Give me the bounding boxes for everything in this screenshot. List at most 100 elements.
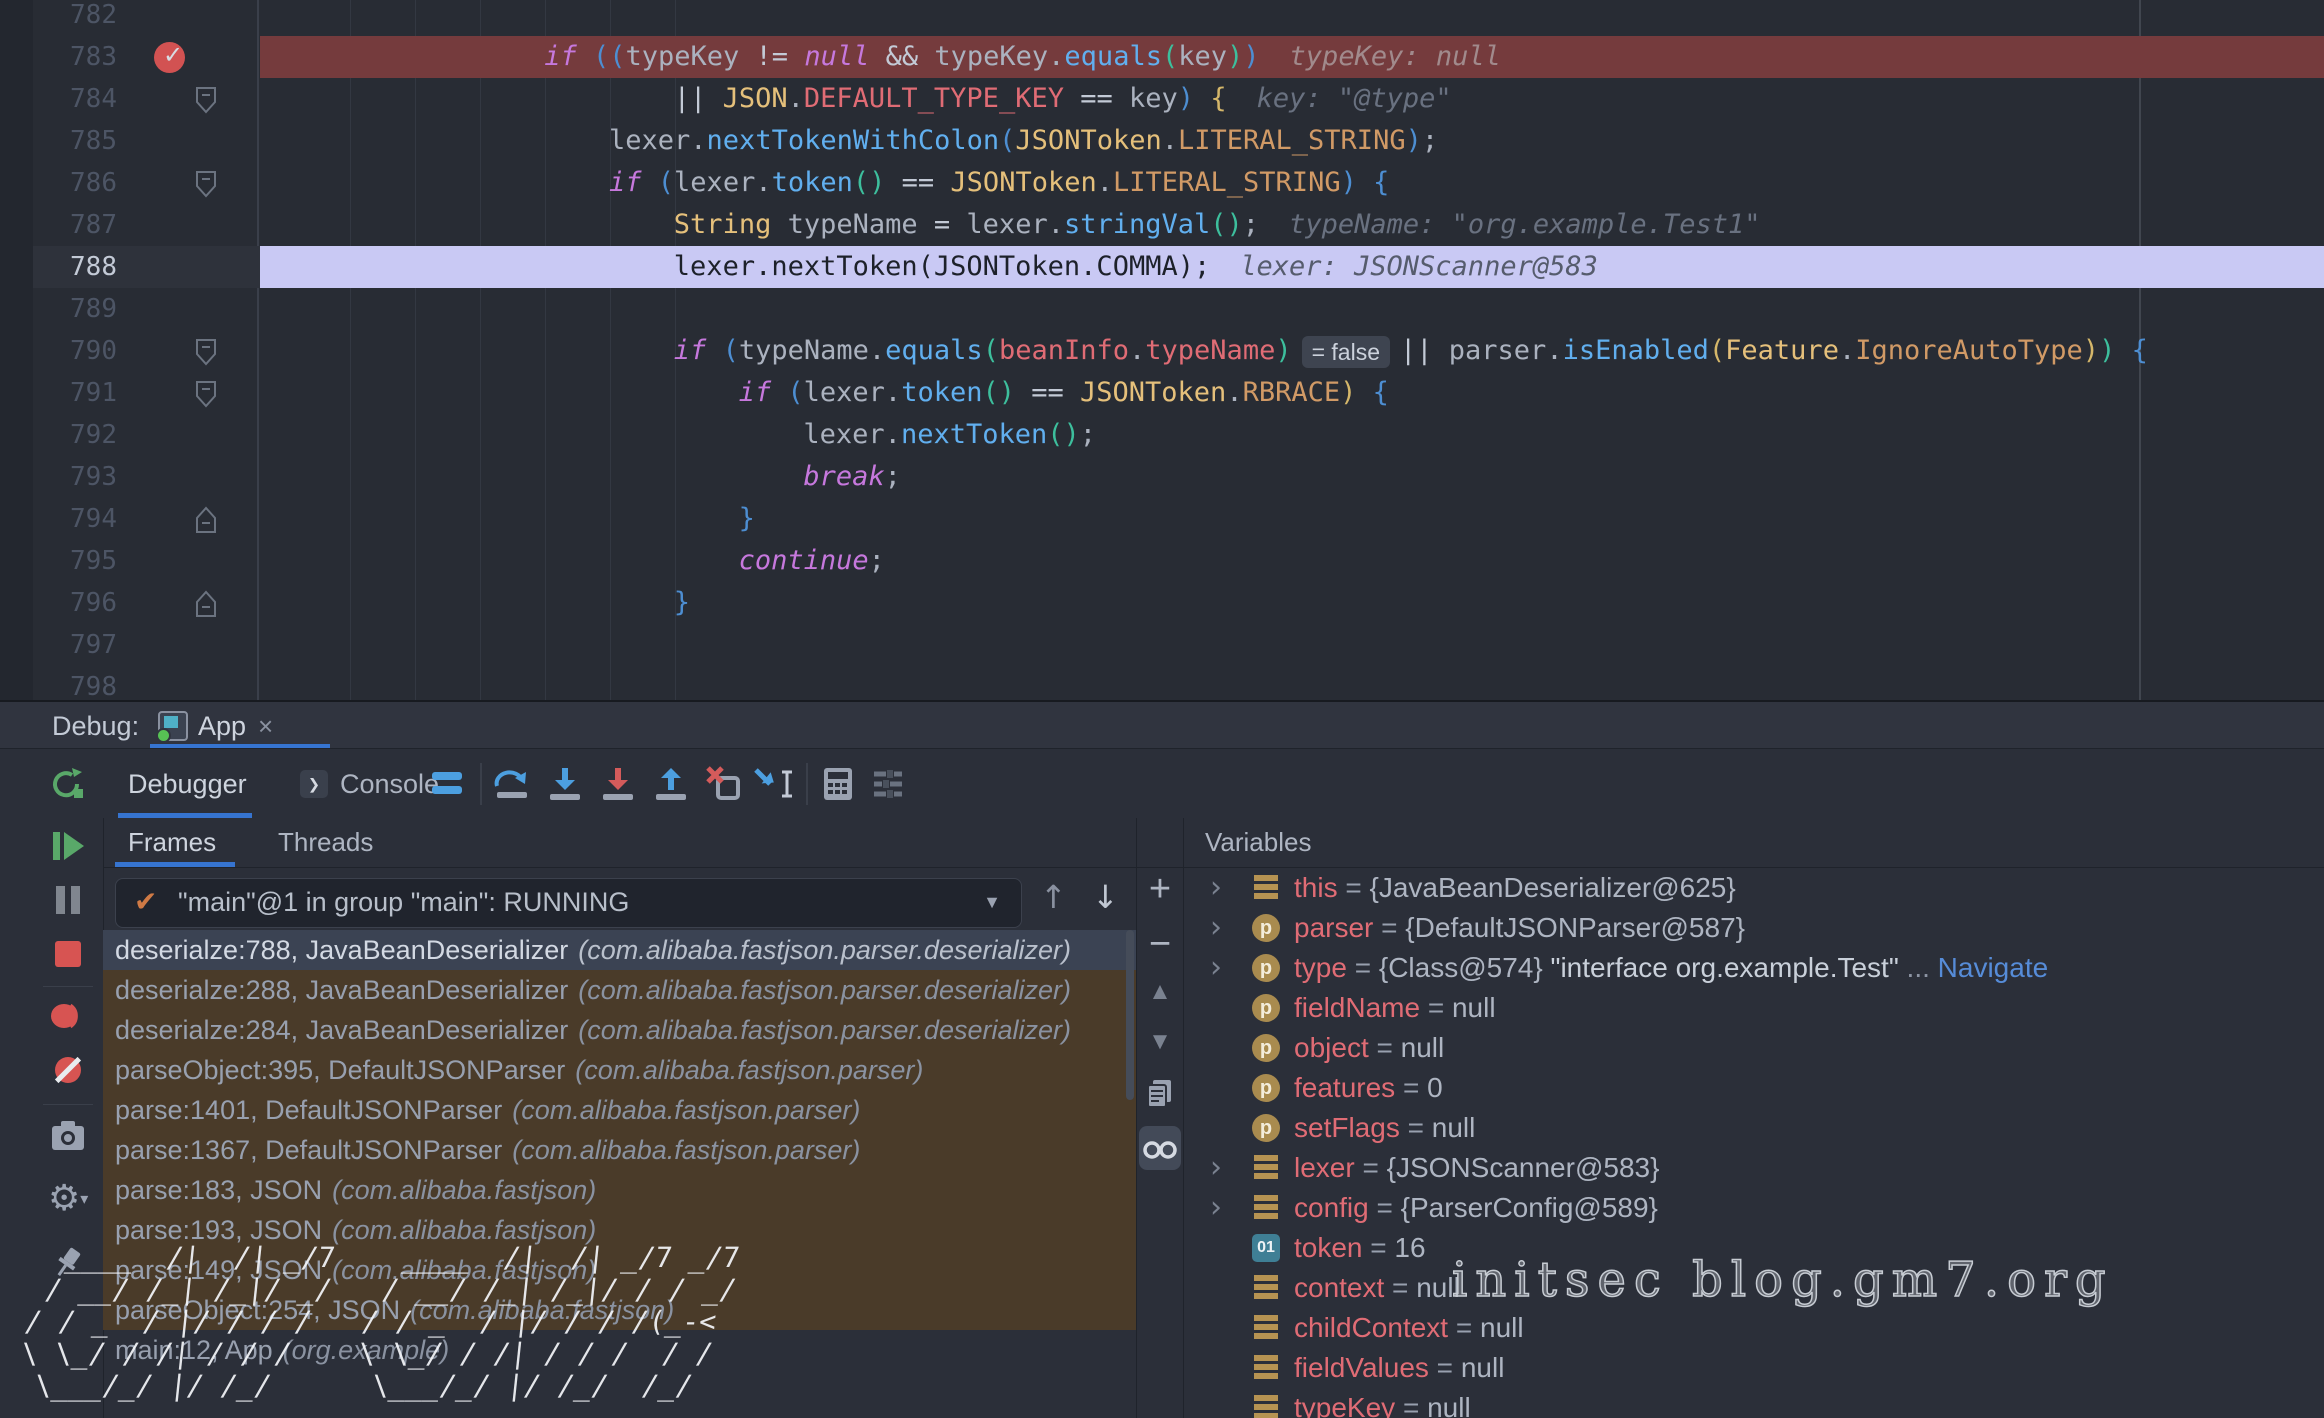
code-line-795[interactable]: 795continue; xyxy=(33,540,2324,582)
tab-frames[interactable]: Frames xyxy=(128,818,216,866)
stack-frame-row[interactable]: main:12, App(org.example) xyxy=(103,1330,1136,1370)
stack-frame-row[interactable]: parse:193, JSON(com.alibaba.fastjson) xyxy=(103,1210,1136,1250)
rerun-icon[interactable] xyxy=(48,765,86,803)
variable-row-setFlags[interactable]: psetFlagssetFlags = null xyxy=(1182,1108,2324,1148)
move-down-button[interactable]: ▼ xyxy=(1141,1028,1179,1066)
show-execution-point-icon[interactable] xyxy=(428,764,468,804)
close-icon[interactable]: × xyxy=(258,711,273,742)
parameter-icon: p xyxy=(1252,1114,1280,1142)
frames-scrollbar[interactable] xyxy=(1126,930,1134,1100)
variable-row-fieldValues[interactable]: fieldValuesfieldValues = null xyxy=(1182,1348,2324,1388)
variable-row-token[interactable]: 01tokentoken = 16 xyxy=(1182,1228,2324,1268)
code-text: if (lexer.token() == JSONToken.LITERAL_S… xyxy=(285,162,1389,204)
resume-icon[interactable] xyxy=(48,826,88,866)
evaluate-expression-icon[interactable] xyxy=(818,764,858,804)
frames-tab-underline xyxy=(115,862,235,867)
code-text: if ((typeKey != null && typeKey.equals(k… xyxy=(285,36,1501,78)
variable-row-typeKey[interactable]: typeKeytypeKey = null xyxy=(1182,1388,2324,1418)
variables-panel-title: Variables xyxy=(1205,818,1311,866)
expand-chevron-icon[interactable]: › xyxy=(1210,1188,1222,1228)
step-out-icon[interactable] xyxy=(651,764,691,804)
expand-chevron-icon[interactable]: › xyxy=(1210,948,1222,988)
stack-frame-row[interactable]: deserialze:284, JavaBeanDeserializer(com… xyxy=(103,1010,1136,1050)
pin-icon[interactable] xyxy=(48,1242,88,1282)
code-line-784[interactable]: 784|| JSON.DEFAULT_TYPE_KEY == key) {key… xyxy=(33,78,2324,120)
field-icon xyxy=(1252,1354,1280,1382)
step-into-icon[interactable] xyxy=(545,764,585,804)
thread-dump-camera-icon[interactable] xyxy=(48,1116,88,1156)
code-line-789[interactable]: 789 xyxy=(33,288,2324,330)
run-to-cursor-icon[interactable] xyxy=(752,764,792,804)
tab-console[interactable]: ❯ Console xyxy=(300,749,439,819)
variable-row-parser[interactable]: ›pparserparser = {DefaultJSONParser@587} xyxy=(1182,908,2324,948)
drop-frame-icon[interactable] xyxy=(704,764,744,804)
code-line-785[interactable]: 785lexer.nextTokenWithColon(JSONToken.LI… xyxy=(33,120,2324,162)
next-frame-button[interactable]: ↓ xyxy=(1092,878,1119,916)
debug-label: Debug: xyxy=(52,702,139,750)
variable-row-childContext[interactable]: childContextchildContext = null xyxy=(1182,1308,2324,1348)
mute-breakpoints-icon[interactable] xyxy=(48,1050,88,1090)
variable-row-type[interactable]: ›ptypetype = {Class@574} "interface org.… xyxy=(1182,948,2324,988)
add-watch-button[interactable]: + xyxy=(1141,868,1179,906)
code-line-788[interactable]: 788lexer.nextToken(JSONToken.COMMA);lexe… xyxy=(33,246,2324,288)
expand-chevron-icon[interactable]: › xyxy=(1210,908,1222,948)
tab-debugger[interactable]: Debugger xyxy=(128,749,247,819)
code-line-792[interactable]: 792lexer.nextToken(); xyxy=(33,414,2324,456)
remove-watch-button[interactable]: − xyxy=(1141,923,1179,961)
fold-marker-collapse-icon[interactable] xyxy=(195,338,217,366)
pause-icon[interactable] xyxy=(48,880,88,920)
variable-row-context[interactable]: contextcontext = null xyxy=(1182,1268,2324,1308)
code-line-790[interactable]: 790if (typeName.equals(beanInfo.typeName… xyxy=(33,330,2324,372)
fold-marker-collapse-icon[interactable] xyxy=(195,86,217,114)
code-line-783[interactable]: 783✓if ((typeKey != null && typeKey.equa… xyxy=(33,36,2324,78)
code-editor[interactable]: 782783✓if ((typeKey != null && typeKey.e… xyxy=(33,0,2324,700)
fold-marker-end-icon[interactable] xyxy=(195,506,217,534)
previous-frame-button[interactable]: ↑ xyxy=(1040,878,1067,916)
variable-row-this[interactable]: ›thisthis = {JavaBeanDeserializer@625} xyxy=(1182,868,2324,908)
code-line-793[interactable]: 793break; xyxy=(33,456,2324,498)
variable-row-config[interactable]: ›configconfig = {ParserConfig@589} xyxy=(1182,1188,2324,1228)
view-breakpoints-icon[interactable] xyxy=(48,996,88,1036)
show-watches-toggle[interactable] xyxy=(1139,1126,1181,1170)
variable-row-features[interactable]: pfeaturesfeatures = 0 xyxy=(1182,1068,2324,1108)
stack-frame-row[interactable]: deserialze:788, JavaBeanDeserializer(com… xyxy=(103,930,1136,970)
step-over-icon[interactable] xyxy=(492,764,532,804)
code-line-797[interactable]: 797 xyxy=(33,624,2324,666)
stack-frame-row[interactable]: parseObject:254, JSON(com.alibaba.fastjs… xyxy=(103,1290,1136,1330)
glasses-icon xyxy=(1139,1126,1181,1170)
stack-frame-row[interactable]: deserialze:288, JavaBeanDeserializer(com… xyxy=(103,970,1136,1010)
tab-threads[interactable]: Threads xyxy=(278,818,373,866)
code-line-787[interactable]: 787String typeName = lexer.stringVal();t… xyxy=(33,204,2324,246)
layout-settings-icon[interactable] xyxy=(868,764,908,804)
variable-row-fieldName[interactable]: pfieldNamefieldName = null xyxy=(1182,988,2324,1028)
thread-selector-dropdown[interactable]: ✔ "main"@1 in group "main": RUNNING ▼ xyxy=(115,878,1022,928)
code-line-796[interactable]: 796} xyxy=(33,582,2324,624)
settings-gear-icon[interactable]: ⚙▾ xyxy=(48,1178,88,1218)
force-step-into-icon[interactable] xyxy=(598,764,638,804)
expand-chevron-icon[interactable]: › xyxy=(1210,1148,1222,1188)
stop-icon[interactable] xyxy=(48,934,88,974)
variable-row-lexer[interactable]: ›lexerlexer = {JSONScanner@583} xyxy=(1182,1148,2324,1188)
fold-marker-collapse-icon[interactable] xyxy=(195,170,217,198)
copy-icon[interactable] xyxy=(1141,1074,1179,1112)
primitive-value-icon: 01 xyxy=(1252,1234,1280,1262)
fold-marker-collapse-icon[interactable] xyxy=(195,380,217,408)
stack-frame-row[interactable]: parse:149, JSON(com.alibaba.fastjson) xyxy=(103,1250,1136,1290)
navigate-link[interactable]: Navigate xyxy=(1938,952,2049,983)
stack-frame-row[interactable]: parse:1401, DefaultJSONParser(com.alibab… xyxy=(103,1090,1136,1130)
code-text: if (lexer.token() == JSONToken.RBRACE) { xyxy=(285,372,1389,414)
stack-frame-row[interactable]: parseObject:395, DefaultJSONParser(com.a… xyxy=(103,1050,1136,1090)
tab-app[interactable]: App × xyxy=(158,702,273,750)
expand-chevron-icon[interactable]: › xyxy=(1210,868,1222,908)
fold-marker-end-icon[interactable] xyxy=(195,590,217,618)
breakpoint-icon[interactable]: ✓ xyxy=(154,42,185,73)
stack-frame-row[interactable]: parse:1367, DefaultJSONParser(com.alibab… xyxy=(103,1130,1136,1170)
variable-row-object[interactable]: pobjectobject = null xyxy=(1182,1028,2324,1068)
code-line-794[interactable]: 794} xyxy=(33,498,2324,540)
code-text: } xyxy=(285,582,690,624)
code-line-782[interactable]: 782 xyxy=(33,0,2324,36)
code-line-791[interactable]: 791if (lexer.token() == JSONToken.RBRACE… xyxy=(33,372,2324,414)
stack-frame-row[interactable]: parse:183, JSON(com.alibaba.fastjson) xyxy=(103,1170,1136,1210)
move-up-button[interactable]: ▲ xyxy=(1141,978,1179,1016)
code-line-786[interactable]: 786if (lexer.token() == JSONToken.LITERA… xyxy=(33,162,2324,204)
